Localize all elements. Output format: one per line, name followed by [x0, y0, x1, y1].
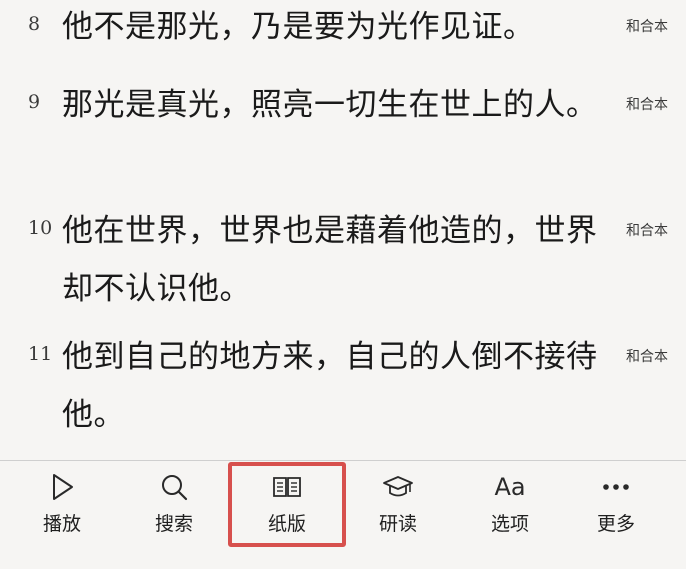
graduation-cap-icon	[382, 471, 414, 503]
verse-text: 他到自己的地方来，自己的人倒不接待他。	[62, 339, 598, 433]
bottom-toolbar: 播放 搜索 纸版 研读 Aa 选项 更多	[0, 460, 686, 569]
play-label: 播放	[42, 513, 81, 535]
text-size-icon: Aa	[494, 471, 526, 503]
paper-edition-button[interactable]: 纸版	[237, 461, 337, 569]
text-size-glyph: Aa	[494, 473, 526, 501]
play-button[interactable]: 播放	[12, 461, 112, 569]
play-icon	[46, 471, 78, 503]
search-icon	[158, 471, 190, 503]
version-label: 和合本	[626, 97, 668, 113]
options-button[interactable]: Aa 选项	[460, 461, 560, 569]
version-label: 和合本	[626, 223, 668, 239]
verse-reader[interactable]: 8 他不是那光，乃是要为光作见证。 和合本 9 那光是真光，照亮一切生在世上的人…	[0, 0, 686, 460]
more-label: 更多	[596, 513, 635, 535]
paper-edition-label: 纸版	[267, 513, 306, 535]
search-label: 搜索	[154, 513, 193, 535]
more-button[interactable]: 更多	[566, 461, 666, 569]
study-button[interactable]: 研读	[348, 461, 448, 569]
search-button[interactable]: 搜索	[124, 461, 224, 569]
verse-text: 他在世界，世界也是藉着他造的，世界却不认识他。	[62, 213, 598, 307]
version-label: 和合本	[626, 19, 668, 35]
verse-text: 那光是真光，照亮一切生在世上的人。	[62, 87, 598, 123]
open-book-icon	[271, 471, 303, 503]
verse-text: 他不是那光，乃是要为光作见证。	[62, 9, 535, 45]
options-label: 选项	[490, 513, 529, 535]
verse-number: 11	[28, 343, 53, 365]
verse-number: 10	[28, 217, 53, 239]
study-label: 研读	[378, 513, 417, 535]
verse-number: 8	[28, 13, 41, 35]
more-dots-icon	[600, 471, 632, 503]
verse-number: 9	[28, 91, 41, 113]
version-label: 和合本	[626, 349, 668, 365]
